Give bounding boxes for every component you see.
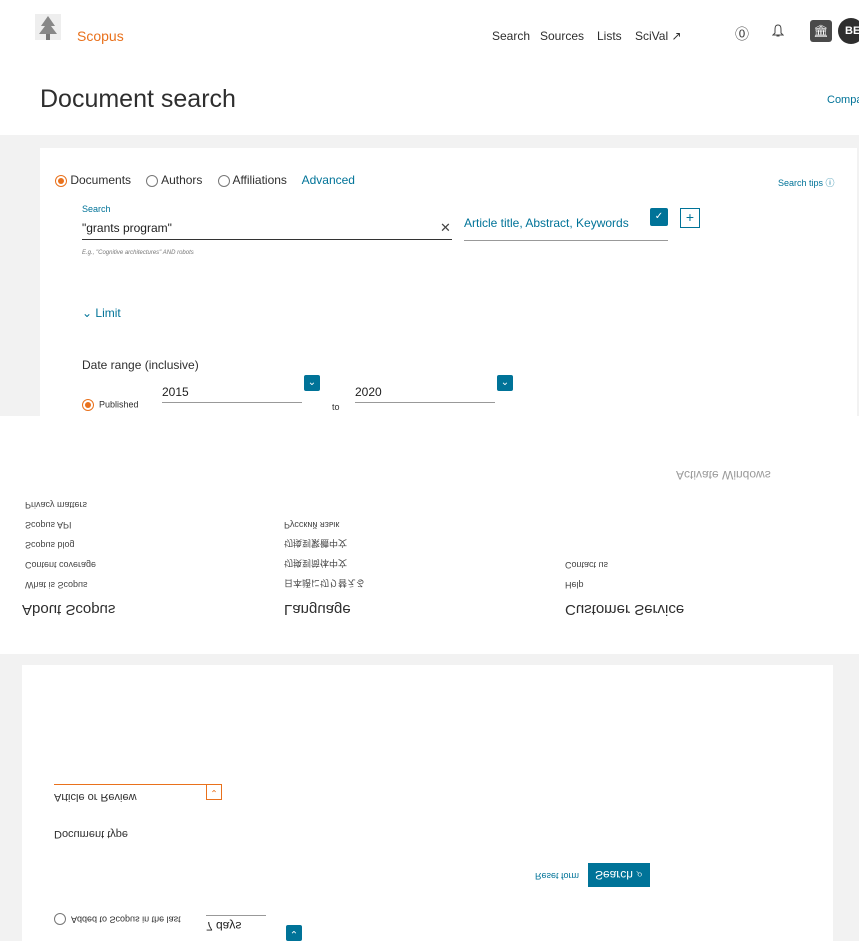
chevron-down-icon[interactable]: ⌄ <box>304 375 320 391</box>
avatar[interactable]: BE <box>838 18 859 44</box>
brand-name[interactable]: Scopus <box>77 28 124 44</box>
compare-sources-link[interactable]: Compar <box>827 94 859 106</box>
date-range-label: Date range (inclusive) <box>82 358 199 372</box>
nav-search[interactable]: Search <box>492 29 530 43</box>
search-field-label: Search <box>82 204 111 214</box>
tab-documents[interactable]: Documents <box>55 173 131 187</box>
radio-icon[interactable] <box>54 913 66 925</box>
footer-service-heading: Customer Service <box>565 601 685 618</box>
chevron-down-icon[interactable]: ⌄ <box>497 375 513 391</box>
nav-sources[interactable]: Sources <box>540 29 584 43</box>
footer-link[interactable]: Русский язык <box>284 520 339 530</box>
chevron-down-icon[interactable]: ✓ <box>650 208 668 226</box>
chevron-up-icon[interactable]: ⌄ <box>206 784 222 800</box>
radio-selected-icon[interactable] <box>55 174 67 187</box>
elsevier-logo[interactable] <box>33 12 63 42</box>
search-button[interactable]: Search ⌕ <box>588 863 650 887</box>
bell-icon[interactable] <box>771 24 785 41</box>
added-option[interactable]: Added to Scopus in the last <box>54 913 181 925</box>
footer-language-heading: Language <box>284 601 351 618</box>
footer-link[interactable]: 日本語に切り替える <box>284 577 365 590</box>
radio-icon[interactable] <box>217 174 230 187</box>
search-panel <box>40 148 857 416</box>
footer-mirrored: About Scopus What is Scopus Content cove… <box>0 416 859 654</box>
radio-selected-icon[interactable] <box>82 399 94 411</box>
to-year-select[interactable]: 2020 <box>355 385 495 403</box>
document-type-select[interactable]: Article or Review <box>54 784 214 803</box>
search-icon: ⌕ <box>636 868 644 882</box>
activate-windows-watermark: Activate Windows <box>676 468 771 482</box>
search-type-tabs: Documents Authors Affiliations Advanced <box>55 173 355 187</box>
footer-link[interactable]: Scopus API <box>25 520 72 530</box>
footer-link[interactable]: 切换到简体中文 <box>284 557 347 570</box>
page-title: Document search <box>40 85 236 113</box>
tab-affiliations[interactable]: Affiliations <box>217 173 287 187</box>
added-days-select[interactable]: 7 days <box>206 915 266 933</box>
search-tips-link[interactable]: Search tips ⓘ <box>778 176 835 189</box>
search-input[interactable]: "grants program" <box>82 221 452 240</box>
published-option[interactable]: Published <box>82 399 139 411</box>
footer-link[interactable]: Contact us <box>565 560 608 570</box>
lower-form-panel: Search ⌕ Reset form Article or Review ⌄ … <box>22 665 833 941</box>
help-icon[interactable]: ⓪ <box>735 24 749 44</box>
lower-form-mirrored: Search ⌕ Reset form Article or Review ⌄ … <box>0 654 859 941</box>
footer-link[interactable]: Help <box>565 580 584 590</box>
footer-link[interactable]: Privacy matters <box>25 500 87 510</box>
footer-link[interactable]: What is Scopus <box>25 580 88 590</box>
reset-form-link[interactable]: Reset form <box>535 871 579 881</box>
tab-authors[interactable]: Authors <box>146 173 202 187</box>
search-example: E.g., "Cognitive architectures" AND robo… <box>82 250 194 256</box>
footer-link[interactable]: Content coverage <box>25 560 96 570</box>
footer-link[interactable]: 切換到繁體中文 <box>284 537 347 550</box>
nav-lists[interactable]: Lists <box>597 29 622 43</box>
clear-icon[interactable]: ✕ <box>440 220 451 236</box>
institution-icon[interactable]: 🏛 <box>810 20 832 42</box>
footer-about-heading: About Scopus <box>22 601 116 618</box>
document-type-label: Document type <box>54 828 128 840</box>
add-field-button[interactable]: + <box>680 208 700 228</box>
advanced-search-link[interactable]: Advanced <box>302 173 355 187</box>
search-field-select[interactable]: Article title, Abstract, Keywords <box>464 216 668 241</box>
limit-toggle[interactable]: ⌄ Limit <box>82 306 121 320</box>
to-label: to <box>332 402 340 412</box>
from-year-select[interactable]: 2015 <box>162 385 302 403</box>
nav-scival[interactable]: SciVal ↗ <box>635 29 682 43</box>
footer-link[interactable]: Scopus blog <box>25 540 75 550</box>
radio-icon[interactable] <box>146 174 159 187</box>
chevron-down-icon[interactable]: ⌄ <box>286 925 302 941</box>
